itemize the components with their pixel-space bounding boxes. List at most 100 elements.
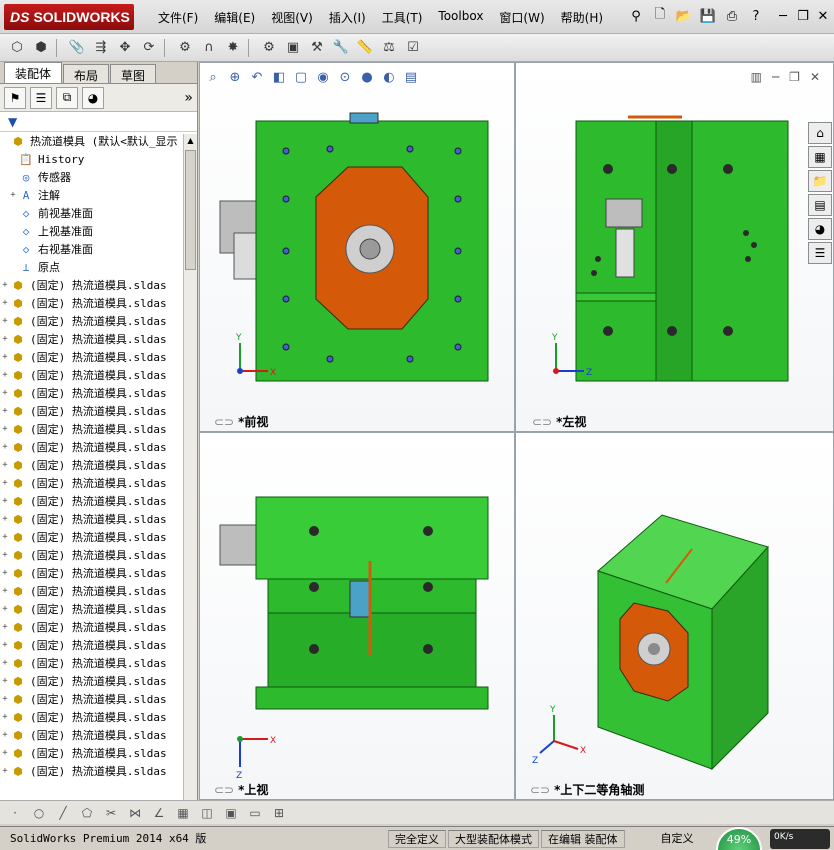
tree-part-item[interactable]: + ⬢ (固定) 热流道模具.sldas	[0, 438, 197, 456]
expander-icon[interactable]: +	[0, 532, 10, 542]
four-view-icon[interactable]: ⊞	[270, 804, 288, 822]
viewport-layout-icon[interactable]: ▥	[751, 70, 762, 84]
file-explorer-icon[interactable]: 📁	[808, 170, 832, 192]
zoom-fit-icon[interactable]: ⌕	[204, 68, 222, 86]
menu-tools[interactable]: 工具(T)	[374, 9, 431, 26]
tree-part-item[interactable]: + ⬢ (固定) 热流道模具.sldas	[0, 654, 197, 672]
save-icon[interactable]: 💾	[698, 6, 718, 26]
display-manager-icon[interactable]: ◕	[82, 86, 104, 109]
zoom-area-icon[interactable]: ⊕	[226, 68, 244, 86]
tree-part-item[interactable]: + ⬢ (固定) 热流道模具.sldas	[0, 672, 197, 690]
expander-icon[interactable]: +	[0, 604, 10, 614]
configuration-manager-icon[interactable]: ⧉	[56, 86, 78, 109]
viewport-close-icon[interactable]: ✕	[810, 70, 820, 84]
hide-show-icon[interactable]: ⊙	[336, 68, 354, 86]
measure-icon[interactable]: ⚖	[378, 37, 400, 59]
menu-help[interactable]: 帮助(H)	[553, 9, 611, 26]
expander-icon[interactable]: +	[0, 658, 10, 668]
tree-part-item[interactable]: + ⬢ (固定) 热流道模具.sldas	[0, 600, 197, 618]
tree-item[interactable]: ⊥ 原点	[0, 258, 197, 276]
tree-part-item[interactable]: + ⬢ (固定) 热流道模具.sldas	[0, 564, 197, 582]
menu-insert[interactable]: 插入(I)	[321, 9, 374, 26]
grid-icon[interactable]: ▦	[174, 804, 192, 822]
previous-view-icon[interactable]: ↶	[248, 68, 266, 86]
tree-part-item[interactable]: + ⬢ (固定) 热流道模具.sldas	[0, 348, 197, 366]
tree-part-item[interactable]: + ⬢ (固定) 热流道模具.sldas	[0, 420, 197, 438]
expander-icon[interactable]: +	[0, 766, 10, 776]
tree-part-item[interactable]: + ⬢ (固定) 热流道模具.sldas	[0, 456, 197, 474]
view-orientation-icon[interactable]: ▢	[292, 68, 310, 86]
expander-icon[interactable]: +	[0, 514, 10, 524]
tree-item[interactable]: ◇ 上视基准面	[0, 222, 197, 240]
minimize-icon[interactable]: ─	[776, 9, 790, 24]
clip-icon[interactable]: 📎	[66, 37, 88, 59]
expander-icon[interactable]: +	[0, 586, 10, 596]
solidworks-logo[interactable]: DS SOLIDWORKS	[4, 4, 134, 30]
custom-properties-icon[interactable]: ☰	[808, 242, 832, 264]
tree-part-item[interactable]: + ⬢ (固定) 热流道模具.sldas	[0, 474, 197, 492]
appearances-icon[interactable]: ◕	[808, 218, 832, 240]
tab-assembly[interactable]: 装配体	[4, 62, 63, 83]
expander-icon[interactable]: +	[0, 694, 10, 704]
viewport-minimize-icon[interactable]: ─	[772, 70, 779, 84]
expander-icon[interactable]: +	[0, 388, 10, 398]
magnet-icon[interactable]: ∩	[198, 37, 220, 59]
expander-icon[interactable]: +	[0, 406, 10, 416]
graphics-area[interactable]: YX ⊂⊃ *前视 YZ ⊂⊃ *左视 X Z ⊂⊃ *上视 Y X Z ⊂⊃ …	[199, 62, 834, 800]
display-style-icon[interactable]: ◉	[314, 68, 332, 86]
view-cube-icon[interactable]: ▣	[282, 37, 304, 59]
tree-part-item[interactable]: + ⬢ (固定) 热流道模具.sldas	[0, 402, 197, 420]
ruler-icon[interactable]: 📏	[354, 37, 376, 59]
tree-part-item[interactable]: + ⬢ (固定) 热流道模具.sldas	[0, 492, 197, 510]
trim-icon[interactable]: ✂	[102, 804, 120, 822]
line-icon[interactable]: ╱	[54, 804, 72, 822]
tree-part-item[interactable]: + ⬢ (固定) 热流道模具.sldas	[0, 276, 197, 294]
filter-icon[interactable]: ▼	[8, 115, 17, 129]
smart-fastener-icon[interactable]: ⚙	[174, 37, 196, 59]
edit-appearance-icon[interactable]: ●	[358, 68, 376, 86]
insert-component-icon[interactable]: ⬢	[30, 37, 52, 59]
expander-icon[interactable]: +	[0, 316, 10, 326]
settings-gear-icon[interactable]: ⚙	[258, 37, 280, 59]
tree-part-item[interactable]: + ⬢ (固定) 热流道模具.sldas	[0, 726, 197, 744]
expander-icon[interactable]: +	[0, 298, 10, 308]
point-icon[interactable]: ·	[6, 804, 24, 822]
tree-scrollbar[interactable]: ▲	[183, 134, 197, 824]
tree-part-item[interactable]: + ⬢ (固定) 热流道模具.sldas	[0, 582, 197, 600]
move-component-icon[interactable]: ✥	[114, 37, 136, 59]
filter-bar[interactable]: ▼	[0, 112, 197, 132]
viewport-top[interactable]: XZ ⊂⊃ *上视	[199, 432, 515, 800]
tree-part-item[interactable]: + ⬢ (固定) 热流道模具.sldas	[0, 510, 197, 528]
tree-item[interactable]: ◇ 右视基准面	[0, 240, 197, 258]
tree-item[interactable]: + A 注解	[0, 186, 197, 204]
tree-part-item[interactable]: + ⬢ (固定) 热流道模具.sldas	[0, 330, 197, 348]
mate-icon[interactable]: ⇶	[90, 37, 112, 59]
pin-icon[interactable]: ⚲	[626, 6, 646, 26]
tree-part-item[interactable]: + ⬢ (固定) 热流道模具.sldas	[0, 366, 197, 384]
feature-tree-icon[interactable]: ⚑	[4, 86, 26, 109]
measure-angle-icon[interactable]: ∠	[150, 804, 168, 822]
mirror-icon[interactable]: ⋈	[126, 804, 144, 822]
apply-scene-icon[interactable]: ◐	[380, 68, 398, 86]
view-palette-icon[interactable]: ▤	[808, 194, 832, 216]
property-manager-icon[interactable]: ☰	[30, 86, 52, 109]
expander-icon[interactable]: +	[0, 748, 10, 758]
expander-icon[interactable]: +	[0, 424, 10, 434]
close-icon[interactable]: ✕	[816, 9, 830, 24]
viewport-restore-icon[interactable]: ❐	[789, 70, 800, 84]
expander-icon[interactable]: +	[0, 280, 10, 290]
help-question-icon[interactable]: ?	[746, 6, 766, 26]
menu-toolbox[interactable]: Toolbox	[430, 9, 491, 26]
restore-icon[interactable]: ❐	[796, 9, 810, 24]
expander-icon[interactable]: +	[0, 442, 10, 452]
menu-edit[interactable]: 编辑(E)	[206, 9, 263, 26]
shaded-cube-icon[interactable]: ▣	[222, 804, 240, 822]
scroll-up-icon[interactable]: ▲	[184, 134, 197, 148]
expander-icon[interactable]: +	[0, 478, 10, 488]
expander-icon[interactable]: +	[0, 550, 10, 560]
polygon-icon[interactable]: ⬠	[78, 804, 96, 822]
section-view-icon[interactable]: ◧	[270, 68, 288, 86]
single-view-icon[interactable]: ▭	[246, 804, 264, 822]
viewport-iso[interactable]: Y X Z ⊂⊃ *上下二等角轴测	[515, 432, 834, 800]
menu-view[interactable]: 视图(V)	[263, 9, 321, 26]
